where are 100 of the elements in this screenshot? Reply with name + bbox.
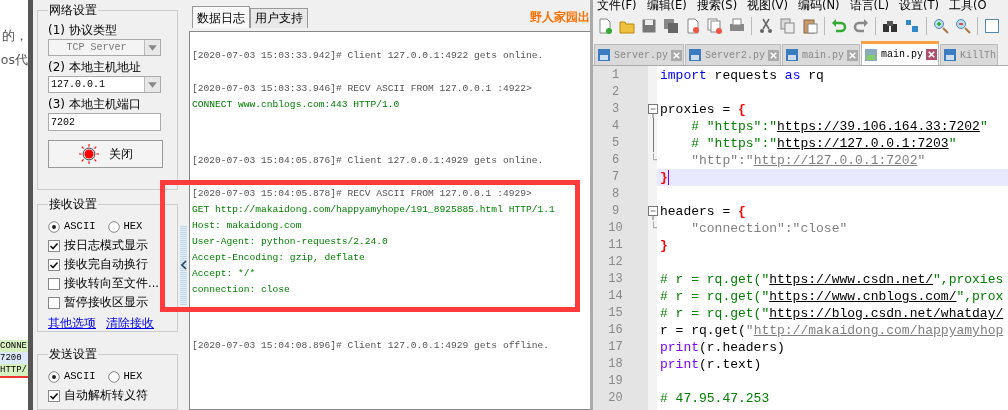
line-number: 3 xyxy=(610,101,621,118)
log-tab[interactable]: 用户支持 xyxy=(250,8,308,28)
close-icon[interactable] xyxy=(926,49,938,60)
page-text: os代 xyxy=(0,51,28,69)
line-number: 17 xyxy=(607,339,624,356)
received-data-line: connection: close xyxy=(192,283,290,297)
close-button[interactable]: 关闭 xyxy=(48,140,163,168)
line-number: 5 xyxy=(610,135,621,152)
close-file-icon[interactable] xyxy=(685,18,701,34)
line-number: 11 xyxy=(607,237,624,254)
group-title: 网络设置 xyxy=(48,2,98,19)
log-tab[interactable]: 数据日志 xyxy=(192,6,250,28)
menu-item[interactable]: 语言(L) xyxy=(849,0,889,11)
received-data-line: Accept: */* xyxy=(192,267,256,281)
log-snippet: CONNE xyxy=(0,340,28,352)
radio-option[interactable]: ASCII xyxy=(48,217,96,236)
paste-icon[interactable] xyxy=(802,18,818,34)
log-line: [2020-07-03 15:04:05.878]# RECV ASCII FROM 127.0.0.1 :4929> xyxy=(192,187,532,201)
menu-item[interactable]: 工具(O xyxy=(948,0,987,11)
received-data-line: Accept-Encoding: gzip, deflate xyxy=(192,251,365,265)
menu-item[interactable]: 搜索(S) xyxy=(696,0,738,11)
save-icon xyxy=(785,48,800,62)
field-label: (3) 本地主机端口 xyxy=(48,97,142,112)
code-editor[interactable] xyxy=(593,65,1008,410)
menu-item[interactable]: 编码(N) xyxy=(797,0,840,11)
line-number: 12 xyxy=(607,254,624,271)
window-icon[interactable] xyxy=(984,18,1000,34)
code-line: print(r.headers) xyxy=(659,340,785,355)
save-icon xyxy=(864,47,879,62)
cut-icon[interactable] xyxy=(758,18,774,34)
zoom-in-icon[interactable] xyxy=(933,18,949,34)
radio-option[interactable]: HEX xyxy=(107,367,143,386)
received-data-line: CONNECT www.cnblogs.com:443 HTTP/1.0 xyxy=(192,98,400,112)
menu-item[interactable]: 编辑(E) xyxy=(646,0,687,11)
save-icon[interactable] xyxy=(641,18,657,34)
host-dropdown[interactable]: 127.0.0.1 xyxy=(48,76,161,93)
line-number: 4 xyxy=(610,118,621,135)
log-snippet: 7200 xyxy=(0,352,28,364)
code-line: # r = rq.get("https://blog.csdn.net/whatday/ xyxy=(659,306,1004,321)
log-snippet: HTTP/ xyxy=(0,364,28,376)
save-icon xyxy=(943,48,958,62)
checkbox-option[interactable]: 自动解析转义符 xyxy=(48,386,173,405)
close-icon[interactable] xyxy=(768,49,780,61)
line-number: 10 xyxy=(607,220,624,237)
copy-icon[interactable] xyxy=(780,18,796,34)
checkbox-option[interactable]: 暂停接收区显示 xyxy=(48,293,173,312)
close-icon[interactable] xyxy=(847,49,859,61)
line-number: 9 xyxy=(610,203,621,220)
line-number: 8 xyxy=(610,186,621,203)
replace-icon[interactable] xyxy=(904,18,920,34)
received-data-line: Host: makaidong.com xyxy=(192,219,302,233)
checkbox-option[interactable]: 接收转向至文件... xyxy=(48,274,173,293)
file-tab[interactable]: main.py xyxy=(861,41,940,65)
port-field[interactable]: 7202 xyxy=(48,113,161,131)
menu-item[interactable]: 设置(T) xyxy=(898,0,939,11)
line-number: 20 xyxy=(607,390,624,407)
line-number: 1 xyxy=(610,67,621,84)
fold-toggle-icon[interactable] xyxy=(648,203,659,220)
line-number: 6 xyxy=(610,152,621,169)
code-line: # r = rq.get("https://www.csdn.net/",proxies xyxy=(659,272,1004,287)
received-data-line: GET http://makaidong.com/happyamyhope/191_8925885.html HTTP/1.1 xyxy=(192,203,555,217)
zoom-out-icon[interactable] xyxy=(955,18,971,34)
code-line: "http":"http://127.0.0.1:7202" xyxy=(690,153,926,168)
folder-icon[interactable] xyxy=(619,18,635,34)
fold-toggle-icon[interactable] xyxy=(648,101,659,118)
code-line: # 47.95.47.253 xyxy=(659,391,770,406)
log-line: [2020-07-03 15:03:33.946]# RECV ASCII FROM 127.0.0.1 :4922> xyxy=(192,82,532,96)
redo-icon[interactable] xyxy=(853,18,869,34)
line-number: 15 xyxy=(607,305,624,322)
save-icon xyxy=(688,48,702,62)
status-light-icon xyxy=(78,144,99,164)
log-line: [2020-07-03 15:04:08.896]# Client 127.0.0.1:4929 gets offline. xyxy=(192,339,549,353)
line-number: 7 xyxy=(610,169,621,186)
binoculars-icon[interactable] xyxy=(882,18,898,34)
radio-option[interactable]: ASCII xyxy=(48,367,96,386)
close-all-icon[interactable] xyxy=(707,18,723,34)
brand-text: 野人家园出 xyxy=(530,8,590,26)
log-line: [2020-07-03 15:03:33.942]# Client 127.0.0.1:4922 gets online. xyxy=(192,49,544,63)
menu-item[interactable]: 视图(V) xyxy=(747,0,788,11)
code-line: r = rq.get("http://makaidong.com/happyamyhop xyxy=(659,323,1004,338)
line-number: 14 xyxy=(607,288,624,305)
code-line: # "https":"https://39.106.164.33:7202" xyxy=(690,119,988,134)
close-icon[interactable] xyxy=(671,49,682,61)
new-file-icon[interactable] xyxy=(597,18,613,34)
undo-icon[interactable] xyxy=(831,18,847,34)
menu-item[interactable]: 文件(F) xyxy=(597,0,637,11)
fold-line xyxy=(652,220,657,230)
received-data-line: User-Agent: python-requests/2.24.0 xyxy=(192,235,388,249)
save-all-icon[interactable] xyxy=(663,18,679,34)
print-icon[interactable] xyxy=(729,18,745,34)
field-label: (2) 本地主机地址 xyxy=(48,60,142,75)
option-link[interactable]: 其他选项 xyxy=(48,315,96,332)
panel-splitter[interactable] xyxy=(180,225,187,305)
checkbox-option[interactable]: 接收完自动换行 xyxy=(48,255,173,274)
code-line: print(r.text) xyxy=(659,357,762,372)
code-line: import requests as rq xyxy=(659,68,824,83)
checkbox-option[interactable]: 按日志模式显示 xyxy=(48,236,173,255)
option-link[interactable]: 清除接收 xyxy=(106,315,154,332)
radio-option[interactable]: HEX xyxy=(107,217,143,236)
code-line: # r = rq.get("https://www.cnblogs.com/",prox xyxy=(659,289,1004,304)
